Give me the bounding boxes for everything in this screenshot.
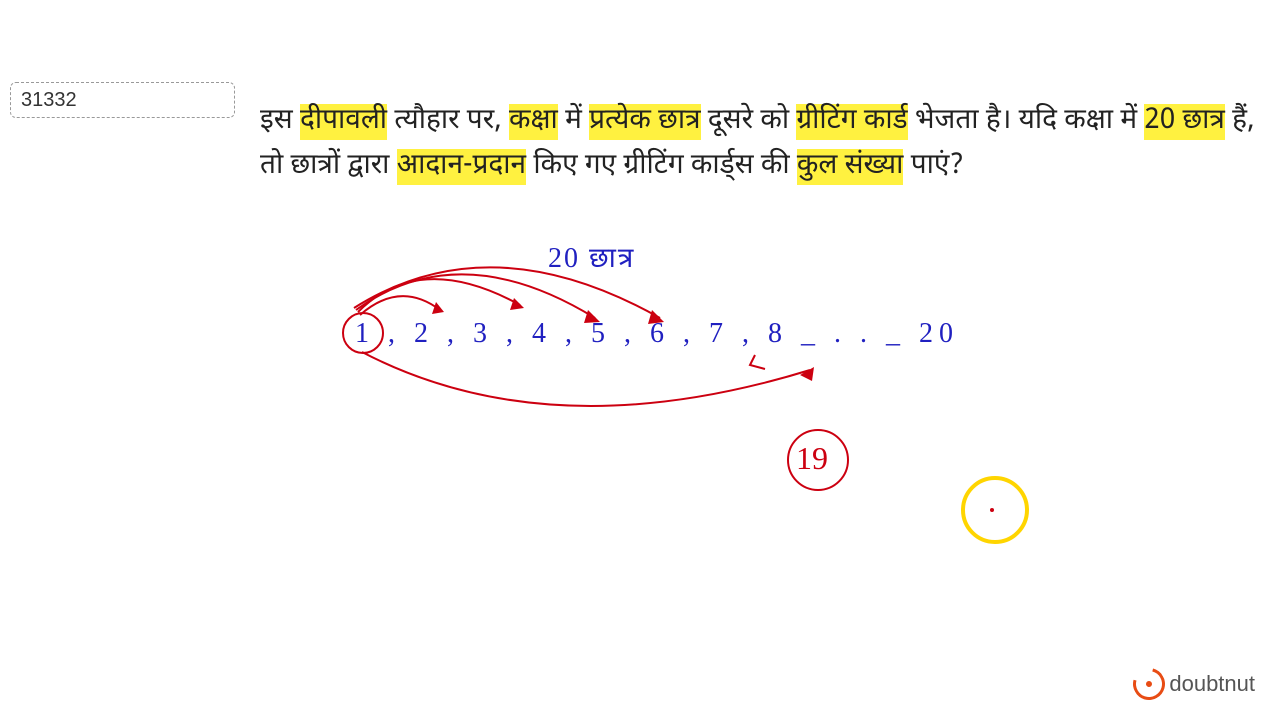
q-hl: आदान-प्रदान [397, 149, 526, 185]
q-text: दूसरे को [701, 104, 797, 140]
q-hl: ग्रीटिंग कार्ड [796, 104, 907, 140]
q-text: भेजता है। यदि कक्षा में [908, 104, 1145, 140]
q-hl: दीपावली [300, 104, 387, 140]
logo-text: doubtnut [1169, 671, 1255, 697]
q-text: में [558, 104, 589, 140]
annotation-result: 19 [796, 440, 828, 477]
q-text: इस [260, 104, 300, 140]
q-text: पाएं? [903, 149, 963, 185]
q-text: त्यौहार पर, [387, 104, 509, 140]
q-hl: प्रत्येक छात्र [589, 104, 700, 140]
question-id-box: 31332 [10, 82, 235, 118]
question-text: इस दीपावली त्यौहार पर, कक्षा में प्रत्ये… [260, 100, 1275, 190]
logo-icon [1128, 662, 1172, 706]
doubtnut-logo: doubtnut [1133, 668, 1255, 700]
question-id: 31332 [21, 89, 77, 112]
q-hl: 20 छात्र [1144, 104, 1224, 140]
q-text: किए गए ग्रीटिंग कार्ड्स की [526, 149, 797, 185]
annotation-numbers: 1 , 2 , 3 , 4 , 5 , 6 , 7 , 8 _ . . _ 20 [355, 318, 959, 350]
q-hl: कक्षा [509, 104, 558, 140]
q-hl: कुल संख्या [797, 149, 904, 185]
annotation-header: 20 छात्र [548, 238, 635, 276]
